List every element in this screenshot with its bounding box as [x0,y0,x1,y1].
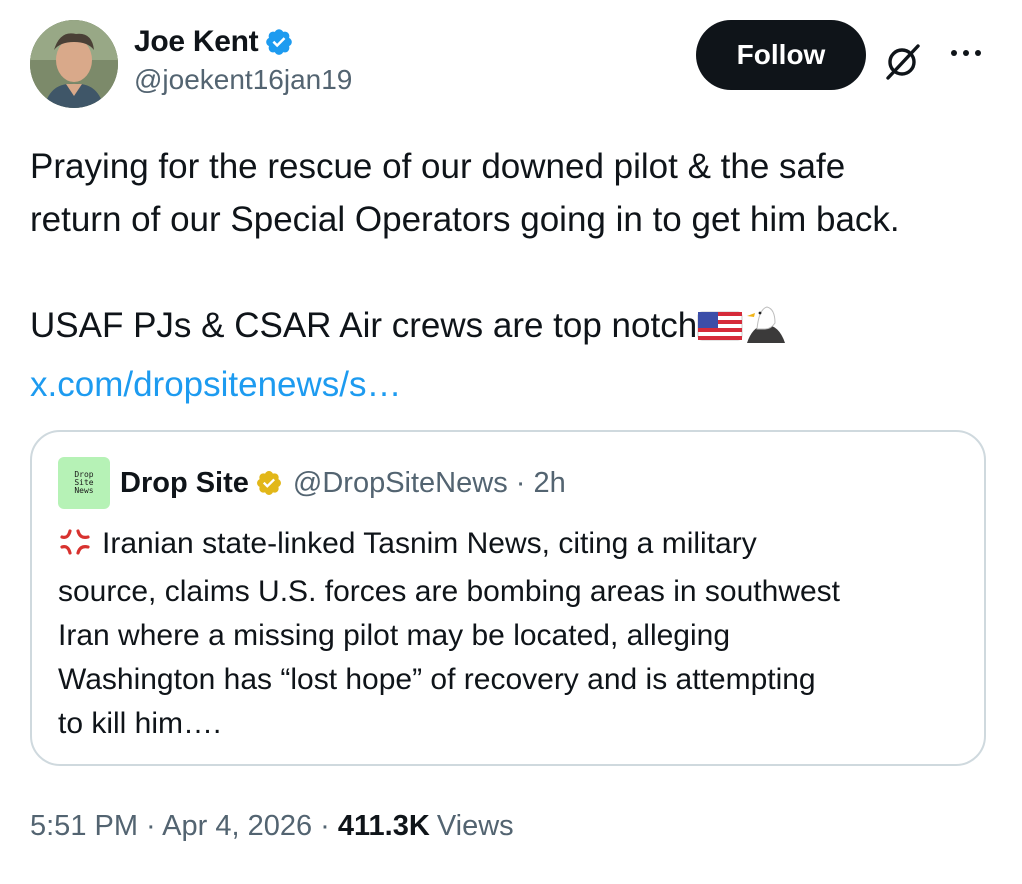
tweet-line-text: USAF PJs & CSAR Air crews are top notch [30,306,698,345]
quoted-line: to kill him…. [58,707,222,740]
eagle-icon [743,303,789,358]
quoted-line: source, claims U.S. forces are bombing a… [58,575,841,608]
tweet-line: Praying for the rescue of our downed pil… [30,147,846,186]
tweet-meta: 5:51 PM · Apr 4, 2026 · 411.3K Views [30,804,514,848]
more-horizontal-icon[interactable] [944,38,988,68]
quoted-line: Iranian state-linked Tasnim News, citing… [58,522,958,570]
timestamp[interactable]: 5:51 PM · Apr 4, 2026 · [30,810,338,843]
author-handle[interactable]: @joekent16jan19 [134,64,352,96]
views-count[interactable]: 411.3K [338,810,430,843]
follow-button[interactable]: Follow [696,20,866,90]
author-name[interactable]: Joe Kent [134,25,259,59]
us-flag-icon [697,305,743,358]
drop-site-logo[interactable]: Drop Site News [58,457,110,509]
grok-icon[interactable] [880,40,924,84]
avatar-photo [30,20,118,108]
tweet-line: USAF PJs & CSAR Air crews are top notch [30,299,996,358]
verified-gold-badge-icon [255,469,283,497]
quoted-handle-time[interactable]: @DropSiteNews · 2h [293,467,566,500]
verified-badge-icon[interactable] [264,27,294,57]
author-info: Joe Kent @joekent16jan19 [134,24,352,96]
quoted-tweet[interactable]: Drop Site News Drop Site @DropSiteNews ·… [30,430,986,766]
tweet-header: Joe Kent @joekent16jan19 Follow [30,18,996,110]
quoted-line: Iran where a missing pilot may be locate… [58,619,731,652]
tweet-link[interactable]: x.com/dropsitenews/s… [30,358,996,411]
logo-text: News [74,486,94,495]
quoted-line-text: Iranian state-linked Tasnim News, citing… [102,527,757,560]
views-label: Views [436,809,514,842]
quoted-author-name[interactable]: Drop Site [120,467,249,500]
avatar[interactable] [30,20,118,108]
quoted-tweet-header: Drop Site News Drop Site @DropSiteNews ·… [58,457,566,509]
anger-symbol-icon [58,526,94,570]
quoted-line: Washington has “lost hope” of recovery a… [58,663,816,696]
tweet-line: return of our Special Operators going in… [30,200,900,239]
tweet-text: Praying for the rescue of our downed pil… [30,140,996,411]
quoted-tweet-text: Iranian state-linked Tasnim News, citing… [58,522,958,746]
